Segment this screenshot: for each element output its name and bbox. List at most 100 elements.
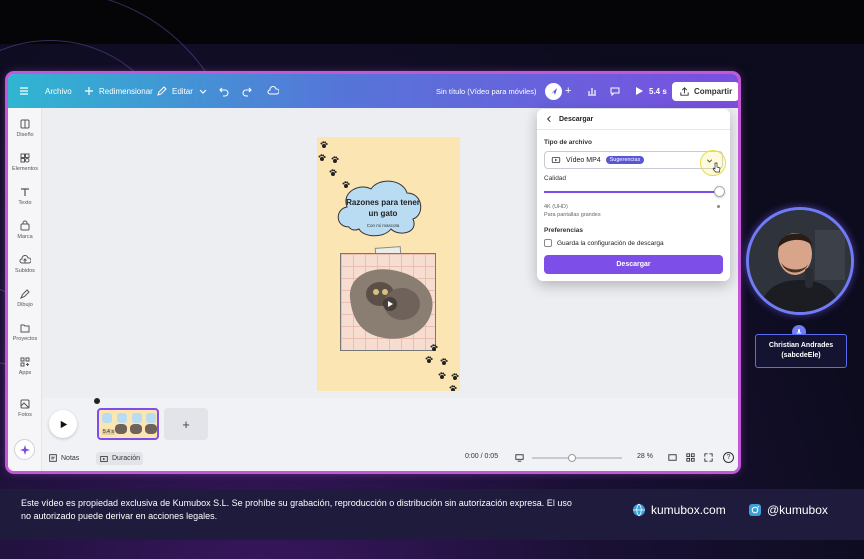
notes-button[interactable]: Notas: [48, 453, 79, 463]
notes-label: Notas: [61, 454, 80, 462]
play-duration-button[interactable]: 5.4 s: [633, 74, 667, 108]
share-button[interactable]: Compartir: [672, 82, 738, 101]
quality-label: Calidad: [544, 175, 567, 182]
file-type-select[interactable]: Vídeo MP4 Sugerencias: [544, 151, 723, 169]
plus-icon: +: [565, 85, 572, 97]
paw-print-icon: [449, 385, 457, 391]
timeline-play-button[interactable]: [49, 410, 77, 438]
quality-hint: Para pantallas grandes: [544, 212, 601, 218]
sidebar-item-label: Fotos: [18, 412, 32, 418]
quality-value: 4K (UHD): [544, 204, 568, 210]
undo-button[interactable]: [218, 74, 230, 108]
bar-chart-icon: [588, 88, 596, 96]
plus-icon: +: [182, 416, 190, 432]
magic-assistant-button[interactable]: [14, 439, 35, 460]
instagram-link[interactable]: @kumubox: [748, 502, 828, 518]
photos-icon: [20, 399, 30, 409]
fullscreen-icon[interactable]: [703, 452, 714, 463]
save-settings-option[interactable]: Guarda la configuración de descarga: [544, 239, 664, 247]
chevron-down-icon: [199, 89, 207, 94]
sidebar-item-elements[interactable]: Elementos: [8, 152, 42, 172]
sidebar-item-text[interactable]: Texto: [8, 186, 42, 206]
page-view-icon[interactable]: [667, 452, 678, 463]
playhead-marker[interactable]: [94, 398, 100, 404]
add-page-button[interactable]: +: [164, 408, 208, 440]
document-title-text: Sin título (Vídeo para móviles): [436, 86, 537, 96]
redo-button[interactable]: [241, 74, 253, 108]
back-arrow-icon[interactable]: [545, 115, 553, 123]
quality-slider[interactable]: [544, 186, 725, 197]
copyright-notice: Este vídeo es propiedad exclusiva de Kum…: [21, 498, 572, 521]
brand-icon: [20, 220, 30, 231]
sidebar-item-design[interactable]: Diseño: [8, 118, 42, 138]
resize-button[interactable]: Redimensionar: [83, 74, 153, 108]
instagram-icon: [749, 504, 761, 516]
video-icon: [100, 455, 108, 462]
sidebar-item-label: Diseño: [16, 132, 34, 138]
sidebar-item-label: Elementos: [12, 166, 38, 172]
sidebar-item-uploads[interactable]: Subidos: [8, 254, 42, 274]
editor-window: Archivo Redimensionar Editar Sin título …: [8, 74, 738, 471]
website-text: kumubox.com: [651, 503, 726, 517]
sidebar-item-photos[interactable]: Fotos: [8, 398, 42, 418]
quality-slider-thumb[interactable]: [714, 186, 725, 197]
cloud-save-status[interactable]: [267, 74, 279, 108]
paw-print-icon: [318, 154, 326, 161]
save-settings-checkbox[interactable]: [544, 239, 552, 247]
clip-duration: 5.4 s: [102, 429, 115, 435]
paw-print-icon: [430, 344, 438, 351]
clip-thumb: [146, 413, 156, 423]
paw-print-icon: [425, 356, 433, 363]
paw-print-icon: [451, 373, 459, 380]
duration-button[interactable]: Duración: [96, 452, 144, 465]
sidebar-item-label: Dibujo: [17, 302, 33, 308]
save-settings-label: Guarda la configuración de descarga: [557, 239, 664, 247]
zoom-slider-thumb[interactable]: [568, 454, 576, 462]
edit-dropdown[interactable]: Editar: [156, 74, 209, 108]
insights-button[interactable]: [586, 74, 598, 108]
sidebar-item-label: Texto: [18, 200, 32, 206]
presenter-photo: [749, 210, 851, 312]
design-subtitle[interactable]: Con mi mascota: [345, 223, 421, 228]
design-page[interactable]: Razones para tener un gato Con mi mascot…: [317, 137, 460, 391]
sidebar-item-draw[interactable]: Dibujo: [8, 288, 42, 308]
website-link[interactable]: kumubox.com: [632, 502, 726, 518]
file-menu[interactable]: Archivo: [45, 74, 72, 108]
edit-label: Editar: [172, 86, 193, 96]
download-button[interactable]: Descargar: [544, 255, 723, 274]
time-readout: 0:00 / 0:05: [465, 453, 499, 460]
zoom-slider[interactable]: [532, 454, 622, 462]
screen-icon[interactable]: [514, 452, 525, 463]
collaborator-avatar[interactable]: [545, 74, 562, 108]
file-menu-label: Archivo: [45, 86, 72, 96]
document-title[interactable]: Sin título (Vídeo para móviles): [436, 74, 536, 108]
photo-frame[interactable]: [340, 253, 436, 351]
zoom-level[interactable]: 28 %: [637, 453, 653, 460]
apps-icon: [20, 357, 30, 367]
add-collaborator-button[interactable]: +: [565, 74, 571, 108]
design-title[interactable]: Razones para tener un gato: [345, 197, 421, 219]
upload-icon: [19, 254, 31, 264]
sidebar-item-projects[interactable]: Proyectos: [8, 322, 42, 342]
status-bar: Notas Duración 0:00 / 0:05 28 % ?: [42, 450, 738, 471]
timeline-clip[interactable]: 5.4 s: [97, 408, 159, 440]
clip-thumb: [130, 424, 142, 434]
globe-icon: [633, 503, 645, 517]
cloud-check-icon: [267, 85, 279, 95]
resize-label: Redimensionar: [99, 86, 153, 96]
suggestion-badge: Sugerencias: [605, 156, 645, 164]
grid-view-icon[interactable]: [685, 452, 696, 463]
clip-thumb: [117, 413, 127, 423]
file-type-label: Tipo de archivo: [544, 139, 592, 146]
sidebar-item-brand[interactable]: Marca: [8, 220, 42, 240]
sidebar-item-apps[interactable]: Apps: [8, 356, 42, 376]
menu-button[interactable]: [18, 74, 30, 108]
download-panel-header: Descargar: [545, 115, 593, 123]
folder-icon: [20, 324, 30, 333]
download-button-label: Descargar: [616, 261, 651, 268]
comments-button[interactable]: [609, 74, 621, 108]
sidebar-item-label: Subidos: [15, 268, 35, 274]
stream-background: Archivo Redimensionar Editar Sin título …: [0, 0, 864, 559]
help-button[interactable]: ?: [723, 452, 734, 463]
share-label: Compartir: [694, 87, 733, 96]
